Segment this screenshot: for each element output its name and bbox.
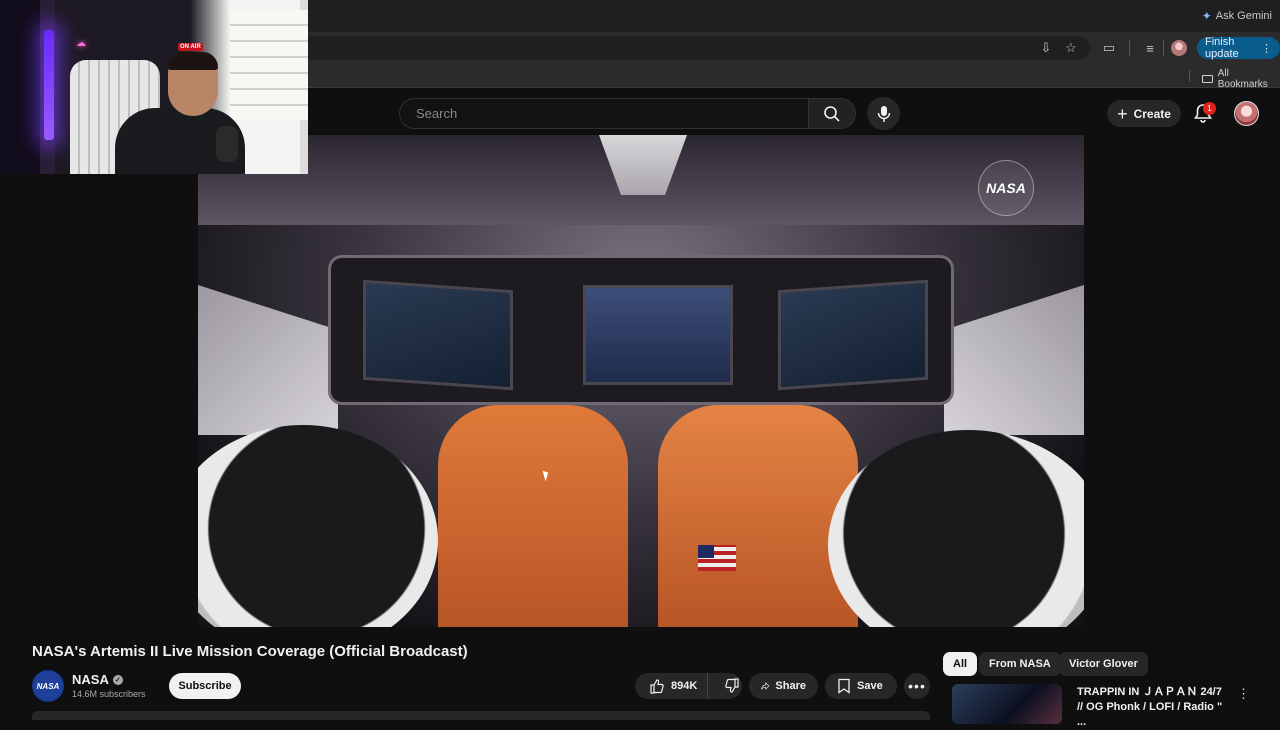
webcam-light: [44, 30, 54, 140]
reading-list-icon[interactable]: ≡: [1140, 38, 1160, 58]
astronaut-suit-right: [658, 405, 858, 627]
bookmarks-divider: [1189, 70, 1190, 82]
display-screen-left: [363, 279, 513, 391]
more-actions-button[interactable]: •••: [904, 673, 930, 699]
search-placeholder: Search: [416, 106, 458, 121]
search-icon: [824, 105, 840, 122]
voice-search-button[interactable]: [867, 97, 900, 130]
dislike-button[interactable]: [714, 673, 750, 699]
description-box[interactable]: [32, 711, 930, 720]
search-input[interactable]: Search: [399, 98, 809, 129]
subscriber-count: 14.6M subscribers: [72, 689, 146, 699]
chip-from-nasa[interactable]: From NASA: [979, 652, 1061, 676]
more-horizontal-icon: •••: [908, 678, 926, 694]
ask-gemini-button[interactable]: ✦ Ask Gemini: [1202, 6, 1272, 26]
kebab-menu-icon[interactable]: ⋮: [1237, 686, 1250, 702]
recommendation-title[interactable]: TRAPPIN IN ＪＡＰＡＮ 24/7 // OG Phonk / LOFI…: [1077, 685, 1227, 730]
video-title: NASA's Artemis II Live Mission Coverage …: [32, 643, 468, 660]
create-button[interactable]: + Create: [1107, 100, 1181, 127]
search-button[interactable]: [808, 98, 856, 129]
us-flag-patch: [698, 545, 736, 571]
recommendation-thumbnail[interactable]: [952, 684, 1062, 724]
thumbs-up-icon: [650, 679, 664, 694]
microphone-icon: [877, 105, 890, 122]
bookmark-star-icon[interactable]: ☆: [1061, 38, 1081, 58]
like-button[interactable]: 894K: [635, 673, 709, 699]
account-avatar[interactable]: [1234, 101, 1259, 126]
share-label: Share: [775, 680, 806, 692]
display-screen-right: [778, 279, 928, 391]
like-dislike-group: 894K: [635, 673, 742, 699]
save-button[interactable]: Save: [825, 673, 897, 699]
notification-badge: 1: [1203, 102, 1216, 115]
finish-update-label: Finish update: [1205, 36, 1239, 60]
plus-icon: +: [1117, 103, 1128, 124]
share-button[interactable]: Share: [749, 673, 818, 699]
like-count: 894K: [671, 680, 698, 692]
webcam-blinds: [230, 10, 308, 120]
streamer-hair: [168, 52, 218, 70]
folder-icon: [1202, 75, 1213, 83]
ask-gemini-label: Ask Gemini: [1215, 10, 1272, 22]
display-screen-center: [583, 285, 733, 385]
subscribe-button[interactable]: Subscribe: [169, 673, 241, 699]
side-panel-icon[interactable]: ▭: [1099, 38, 1119, 58]
neon-sign-icon: ☁: [76, 38, 86, 49]
toolbar-divider: [1163, 40, 1164, 56]
webcam-overlay: ☁ ON AIR: [0, 0, 308, 174]
verified-check-icon: ✓: [112, 674, 123, 685]
address-bar[interactable]: s: [210, 36, 1090, 60]
on-air-sign: ON AIR: [178, 43, 203, 51]
gemini-spark-icon: ✦: [1201, 9, 1212, 23]
astronaut-suit-left: [438, 405, 628, 627]
create-label: Create: [1133, 106, 1171, 121]
microphone-prop: [216, 126, 238, 162]
profile-avatar[interactable]: [1171, 40, 1187, 56]
chip-all[interactable]: All: [943, 652, 978, 676]
all-bookmarks-button[interactable]: All Bookmarks: [1202, 68, 1280, 90]
chip-victor-glover[interactable]: Victor Glover: [1059, 652, 1148, 676]
save-label: Save: [857, 680, 883, 692]
toolbar-divider: [1129, 40, 1130, 56]
video-player[interactable]: NASA: [198, 135, 1084, 627]
channel-avatar[interactable]: NASA: [32, 670, 64, 702]
thumbs-down-icon: [725, 678, 739, 693]
kebab-menu-icon: ⋮: [1261, 42, 1272, 55]
finish-update-button[interactable]: Finish update ⋮: [1197, 36, 1280, 60]
install-app-icon[interactable]: ⇩: [1036, 38, 1056, 58]
channel-name[interactable]: NASA ✓: [72, 672, 123, 687]
share-icon: [761, 682, 770, 690]
channel-name-label: NASA: [72, 672, 109, 687]
nasa-watermark: NASA: [978, 160, 1034, 216]
all-bookmarks-label: All Bookmarks: [1217, 68, 1268, 90]
bookmark-icon: [838, 678, 850, 694]
